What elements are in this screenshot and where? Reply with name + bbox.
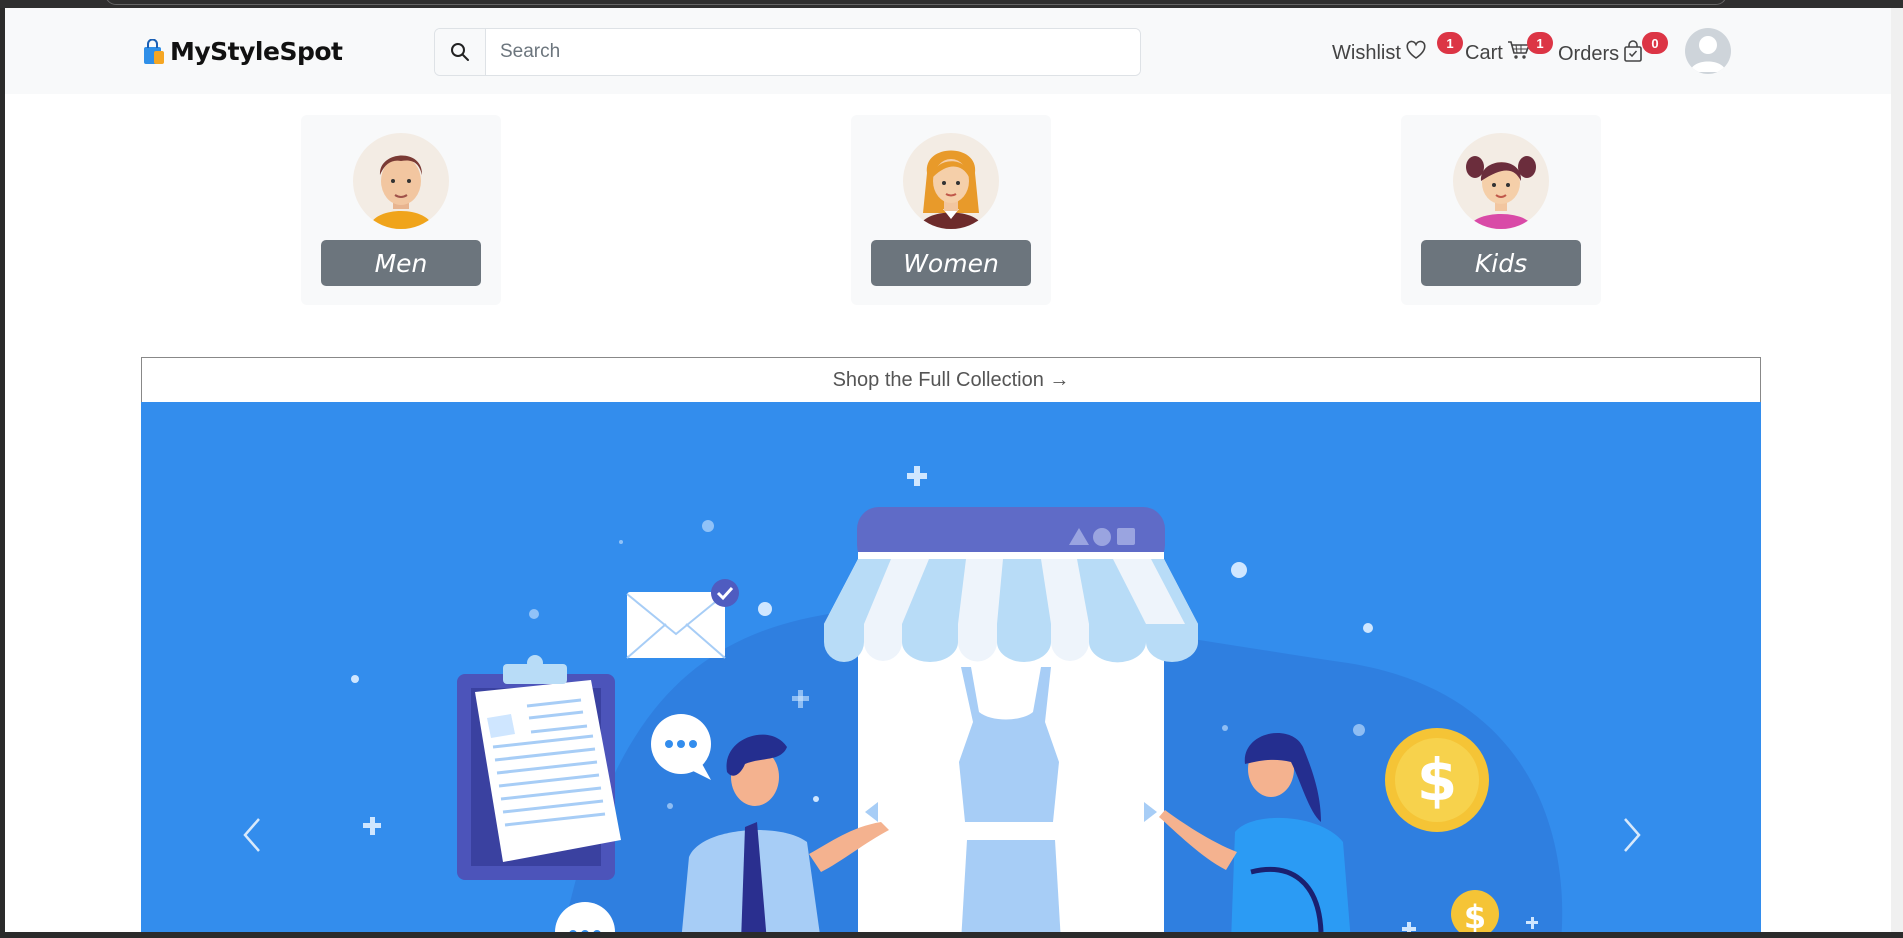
category-men-button[interactable]: Men — [321, 240, 481, 286]
user-avatar-icon[interactable] — [1685, 28, 1731, 74]
page-scrollbar[interactable] — [1891, 8, 1903, 932]
search-bar — [434, 28, 1141, 76]
bag-check-icon — [1623, 40, 1643, 68]
category-card-kids: Kids — [1401, 115, 1601, 305]
category-card-men: Men — [301, 115, 501, 305]
shopping-bag-icon — [142, 38, 166, 65]
category-kids-button[interactable]: Kids — [1421, 240, 1581, 286]
chevron-left-icon[interactable] — [241, 817, 281, 857]
man-avatar-icon — [353, 133, 449, 229]
search-input[interactable] — [486, 29, 1140, 75]
cart-count-badge: 1 — [1527, 32, 1553, 54]
browser-bottom-strip — [0, 932, 1903, 938]
girl-avatar-icon — [1453, 133, 1549, 229]
orders-label: Orders — [1558, 42, 1620, 65]
brand[interactable]: MyStyleSpot — [142, 37, 343, 66]
brand-name: MyStyleSpot — [170, 37, 343, 66]
category-card-women: Women — [851, 115, 1051, 305]
navbar: MyStyleSpot Wishlist 1 Cart 1 Orders — [5, 8, 1899, 94]
svg-text:$: $ — [1417, 746, 1457, 814]
cart-link[interactable]: Cart 1 — [1465, 32, 1553, 66]
cart-label: Cart — [1465, 41, 1503, 64]
svg-text:$: $ — [1464, 898, 1486, 932]
browser-top-strip — [0, 0, 1903, 8]
orders-link[interactable]: Orders 0 — [1558, 32, 1668, 68]
hero-carousel: $ $ — [141, 402, 1761, 932]
wishlist-count-badge: 1 — [1437, 32, 1463, 54]
category-women-button[interactable]: Women — [871, 240, 1031, 286]
wishlist-label: Wishlist — [1332, 41, 1401, 64]
heart-icon — [1405, 40, 1427, 66]
shop-full-collection-link[interactable]: Shop the Full Collection → — [141, 357, 1761, 403]
online-store-illustration: $ $ — [351, 466, 1563, 932]
wishlist-link[interactable]: Wishlist 1 — [1332, 32, 1463, 66]
search-icon[interactable] — [435, 29, 486, 75]
orders-count-badge: 0 — [1642, 32, 1668, 54]
page-viewport: MyStyleSpot Wishlist 1 Cart 1 Orders — [5, 8, 1899, 932]
woman-avatar-icon — [903, 133, 999, 229]
chevron-right-icon[interactable] — [1621, 817, 1661, 857]
